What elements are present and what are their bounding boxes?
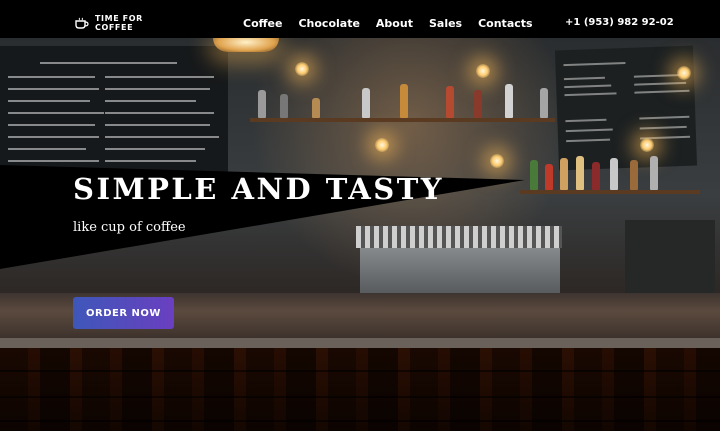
main-nav: Coffee Chocolate About Sales Contacts [243, 17, 533, 30]
wall-lamp [640, 138, 654, 152]
ceiling-lamp [213, 38, 279, 52]
bottle [576, 156, 584, 190]
site-header: TIME FOR COFFEE Coffee Chocolate About S… [0, 0, 720, 38]
phone-number[interactable]: +1 (953) 982 92-02 [565, 17, 674, 28]
bottle [474, 90, 482, 118]
bottle [280, 94, 288, 118]
bottle [530, 160, 538, 190]
bottle [362, 88, 370, 118]
menu-chalkboard [554, 45, 698, 171]
bottle-shelf [520, 190, 700, 194]
counter-edge [0, 338, 720, 348]
site-logo[interactable]: TIME FOR COFFEE [75, 14, 143, 32]
logo-line-2: COFFEE [95, 23, 134, 32]
bottle [630, 160, 638, 190]
bottle [312, 98, 320, 118]
wall-lamp [677, 66, 691, 80]
coffee-cup-icon [75, 17, 89, 29]
wall-lamp [295, 62, 309, 76]
bottle [400, 84, 408, 118]
bottle [650, 156, 658, 190]
bottle [446, 86, 454, 118]
bottle [505, 84, 513, 118]
bottle [560, 158, 568, 190]
hero-title: SIMPLE AND TASTY [73, 172, 444, 206]
nav-link-chocolate[interactable]: Chocolate [298, 17, 359, 30]
nav-link-about[interactable]: About [376, 17, 413, 30]
bottle [592, 162, 600, 190]
hero-subtitle: like cup of coffee [73, 220, 186, 235]
bottle [258, 90, 266, 118]
bottle-shelf [250, 118, 555, 122]
bottle [610, 158, 618, 190]
wooden-bar-front [0, 348, 720, 431]
logo-text: TIME FOR COFFEE [95, 14, 143, 32]
nav-link-contacts[interactable]: Contacts [478, 17, 532, 30]
wall-lamp [476, 64, 490, 78]
order-now-button[interactable]: ORDER NOW [73, 297, 174, 329]
logo-line-1: TIME FOR [95, 14, 143, 23]
nav-link-sales[interactable]: Sales [429, 17, 462, 30]
bottle [540, 88, 548, 118]
bottle [545, 164, 553, 190]
wall-lamp [375, 138, 389, 152]
nav-link-coffee[interactable]: Coffee [243, 17, 282, 30]
